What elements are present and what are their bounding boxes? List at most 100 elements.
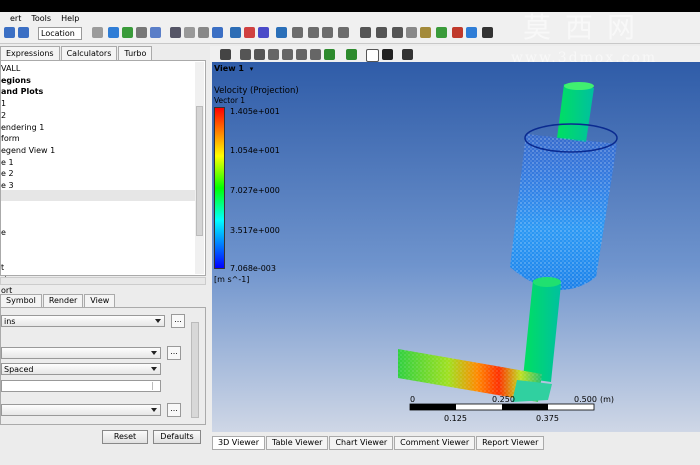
tab-symbol[interactable]: Symbol [0,294,42,308]
viewport-layout-icon[interactable] [366,49,379,62]
help-cursor-icon[interactable] [402,49,413,60]
legend-tick-min: 7.068e-003 [230,264,276,273]
variable-combo[interactable] [1,404,161,416]
selected-tree-row [1,190,195,201]
pan-icon[interactable] [254,49,265,60]
tree-item[interactable]: VALL [1,63,20,74]
function-calculator-icon[interactable] [420,27,431,38]
layout-dropdown-icon[interactable] [382,49,393,60]
tab-3d-viewer[interactable]: 3D Viewer [212,436,265,450]
reset-button[interactable]: Reset [102,430,148,444]
details-scrollbar[interactable] [191,322,199,418]
chevron-down-icon [155,319,161,323]
tree-scroll-thumb[interactable] [196,106,203,236]
select-icon[interactable] [220,49,231,60]
scale-unit: (m) [600,395,614,404]
tree-item[interactable]: endering 1 [1,122,44,133]
legend-tick-4: 3.517e+000 [230,226,280,235]
particle-track-icon[interactable] [136,27,147,38]
menu-help[interactable]: Help [61,14,79,23]
sampling-combo[interactable]: Spaced [1,363,161,375]
tree-item[interactable]: e 3 [1,180,14,191]
locations-browse-button[interactable]: ... [167,346,181,360]
color-map-icon[interactable] [230,27,241,38]
highlight-icon[interactable] [346,49,357,60]
text-icon[interactable] [170,27,181,38]
contour-icon[interactable] [108,27,119,38]
redo-icon[interactable] [18,27,29,38]
undo-icon[interactable] [4,27,15,38]
zoom-icon[interactable] [268,49,279,60]
cylinder-vectors [510,134,617,290]
tree-item[interactable]: egend View 1 [1,145,55,156]
fit-view-icon[interactable] [324,49,335,60]
sampling-combo-value: Spaced [4,365,34,374]
tab-table-viewer[interactable]: Table Viewer [266,436,329,450]
animation-icon[interactable] [376,27,387,38]
details-tabs: Symbol Render View [0,294,208,308]
tab-turbo[interactable]: Turbo [118,46,153,60]
figure-icon[interactable] [338,27,349,38]
tab-chart-viewer[interactable]: Chart Viewer [329,436,394,450]
tree-item[interactable]: 2 [1,110,6,121]
tab-render[interactable]: Render [42,294,84,308]
table-icon[interactable] [292,27,303,38]
timestep-icon[interactable] [360,27,371,38]
tab-calculators[interactable]: Calculators [60,46,118,60]
tree-item[interactable]: 1 [1,98,6,109]
spacing-input[interactable] [1,380,161,392]
location-dropdown[interactable]: Location [38,27,82,40]
macro-calculator-icon[interactable] [436,27,447,38]
tree-horizontal-scrollbar[interactable] [0,277,206,285]
streamline-icon[interactable] [122,27,133,38]
tree-item[interactable]: egions [1,75,31,86]
volume-render-icon[interactable] [150,27,161,38]
spin-icon[interactable] [152,382,159,390]
case-comparison-icon[interactable] [466,27,477,38]
probe-icon[interactable] [406,27,417,38]
tree-item[interactable]: e 1 [1,157,14,168]
expression-icon[interactable] [276,27,287,38]
tree-item[interactable]: and Plots [1,86,43,97]
tree-item[interactable]: t [1,262,4,273]
instance-transform-icon[interactable] [212,27,223,38]
view-selector[interactable]: View 1 ▾ [214,64,274,76]
quick-editor-icon[interactable] [392,27,403,38]
variable-icon[interactable] [258,27,269,38]
command-editor-icon[interactable] [482,27,493,38]
coordinate-frame-icon[interactable] [184,27,195,38]
velocity-vector-plot: 0 0.250 0.500 (m) 0.125 0.375 [398,82,618,423]
tab-comment-viewer[interactable]: Comment Viewer [394,436,476,450]
vector-icon[interactable] [92,27,103,38]
defaults-button[interactable]: Defaults [153,430,201,444]
mesh-calculator-icon[interactable] [452,27,463,38]
tree-vertical-scrollbar[interactable] [195,62,204,274]
viewer-tabs: 3D Viewer Table Viewer Chart Viewer Comm… [212,436,700,450]
tree-item[interactable]: e 2 [1,168,14,179]
tree-item[interactable]: e [1,227,6,238]
menu-insert[interactable]: ert [10,14,21,23]
tab-view[interactable]: View [84,294,116,308]
menu-tools[interactable]: Tools [31,14,51,23]
locations-combo[interactable] [1,347,161,359]
left-panel-tabs: Expressions Calculators Turbo [0,46,208,60]
chart-icon[interactable] [308,27,319,38]
details-panel: ins ... ... Spaced ... [0,307,206,425]
legend-icon[interactable] [198,27,209,38]
tab-report-viewer[interactable]: Report Viewer [476,436,545,450]
clip-plane-icon[interactable] [244,27,255,38]
scale-tick-0250: 0.250 [492,395,515,404]
variable-browse-button[interactable]: ... [167,403,181,417]
chevron-down-icon [151,367,157,371]
zoom-box-icon[interactable] [282,49,293,60]
zoom-fit-icon[interactable] [296,49,307,60]
domains-browse-button[interactable]: ... [171,314,185,328]
domains-combo[interactable]: ins [1,315,165,327]
zoom-out-icon[interactable] [310,49,321,60]
rotate-icon[interactable] [240,49,251,60]
comment-icon[interactable] [322,27,333,38]
tab-expressions[interactable]: Expressions [0,46,60,60]
watermark-url: www.3dmox.com [511,50,658,66]
domains-combo-value: ins [4,317,16,326]
tree-item[interactable]: form [1,133,20,144]
